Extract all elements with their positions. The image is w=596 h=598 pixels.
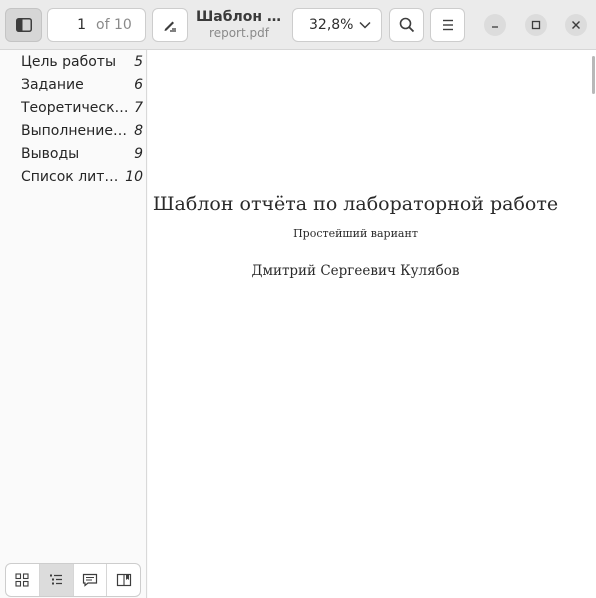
zoom-value: 32,8% [309, 17, 354, 33]
outline-item[interactable]: Теоретическое введение 7 [0, 96, 146, 119]
document-title: Шаблон отчёта по лабораторной работе [196, 9, 282, 25]
close-button[interactable] [565, 14, 587, 36]
search-icon [399, 17, 414, 33]
pen-annotate-icon [164, 21, 176, 32]
outline-item-page: 7 [134, 99, 143, 116]
outline-item-page: 10 [125, 168, 143, 185]
comment-icon [82, 573, 97, 587]
page-title: Шаблон отчёта по лабораторной работе [152, 193, 559, 215]
document-view[interactable]: Шаблон отчёта по лабораторной работе Про… [148, 50, 596, 598]
search-button[interactable] [389, 8, 424, 42]
sidebar-toggle-button[interactable] [5, 8, 42, 42]
list-icon [50, 574, 63, 585]
outline-item-page: 9 [134, 145, 143, 162]
vertical-scrollbar[interactable] [592, 56, 595, 94]
outline-item-label: Выводы [21, 145, 80, 162]
document-viewer-window: of 10 Шаблон отчёта по лабораторной рабо… [0, 0, 596, 598]
outline-list: Цель работы 5 Задание 6 Теоретическое вв… [0, 50, 146, 188]
outline-item-label: Цель работы [21, 53, 117, 70]
page-author: Дмитрий Сергеевич Кулябов [251, 263, 460, 279]
outline-item-label: Задание [21, 76, 84, 93]
minimize-icon [492, 26, 498, 28]
outline-item-label: Теоретическое введение [21, 99, 131, 116]
outline-item[interactable]: Цель работы 5 [0, 50, 146, 73]
sidebar: Цель работы 5 Задание 6 Теоретическое вв… [0, 50, 147, 598]
outline-item[interactable]: Выводы 9 [0, 142, 146, 165]
tab-thumbnails[interactable] [6, 564, 40, 596]
maximize-icon [531, 20, 541, 30]
bookmark-book-icon [116, 573, 131, 587]
tab-bookmarks[interactable] [107, 564, 140, 596]
maximize-button[interactable] [525, 14, 547, 36]
outline-item[interactable]: Выполнение лабораторной работы 8 [0, 119, 146, 142]
document-title-block: Шаблон отчёта по лабораторной работе rep… [196, 9, 282, 40]
document-page: Шаблон отчёта по лабораторной работе Про… [148, 50, 596, 598]
close-icon [572, 21, 580, 29]
outline-item[interactable]: Список литературы 10 [0, 165, 146, 188]
sidebar-toggle-icon [15, 18, 32, 32]
tab-outline[interactable] [39, 564, 74, 596]
grid-icon [15, 573, 29, 587]
chevron-down-icon [359, 21, 371, 29]
page-total-label: of 10 [96, 17, 132, 33]
header-bar: of 10 Шаблон отчёта по лабораторной рабо… [0, 0, 596, 50]
page-number-field: of 10 [47, 8, 146, 42]
outline-item-page: 8 [134, 122, 143, 139]
outline-item-label: Список литературы [21, 168, 122, 185]
hamburger-menu-icon [442, 19, 453, 31]
sidebar-view-switcher [5, 563, 141, 597]
minimize-button[interactable] [484, 14, 506, 36]
outline-item-label: Выполнение лабораторной работы [21, 122, 130, 139]
tab-annotations[interactable] [74, 564, 108, 596]
document-filename: report.pdf [209, 26, 269, 40]
page-number-input[interactable] [48, 9, 92, 41]
main-menu-button[interactable] [430, 8, 465, 42]
outline-item[interactable]: Задание 6 [0, 73, 146, 96]
annotate-button[interactable] [152, 8, 188, 42]
page-subtitle: Простейший вариант [293, 227, 418, 240]
outline-item-page: 6 [134, 76, 143, 93]
outline-item-page: 5 [134, 53, 143, 70]
zoom-dropdown[interactable]: 32,8% [292, 8, 382, 42]
